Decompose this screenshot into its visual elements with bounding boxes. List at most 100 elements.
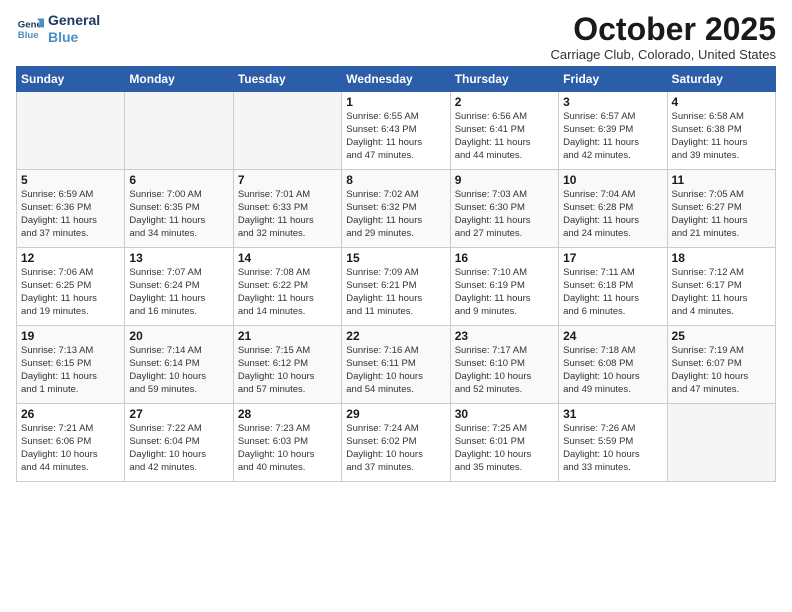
day-number: 25 (672, 329, 771, 343)
day-number: 26 (21, 407, 120, 421)
day-number: 13 (129, 251, 228, 265)
col-monday: Monday (125, 67, 233, 92)
day-info: Sunrise: 7:06 AMSunset: 6:25 PMDaylight:… (21, 267, 120, 318)
calendar-cell (125, 92, 233, 170)
day-info: Sunrise: 6:56 AMSunset: 6:41 PMDaylight:… (455, 111, 554, 162)
day-info: Sunrise: 6:59 AMSunset: 6:36 PMDaylight:… (21, 189, 120, 240)
day-number: 9 (455, 173, 554, 187)
calendar-cell: 6 Sunrise: 7:00 AMSunset: 6:35 PMDaylight… (125, 170, 233, 248)
day-number: 11 (672, 173, 771, 187)
day-number: 15 (346, 251, 445, 265)
logo: General Blue General Blue (16, 12, 100, 46)
calendar-cell: 14 Sunrise: 7:08 AMSunset: 6:22 PMDayligh… (233, 248, 341, 326)
month-title: October 2025 (551, 12, 776, 47)
col-friday: Friday (559, 67, 667, 92)
calendar-cell: 1 Sunrise: 6:55 AMSunset: 6:43 PMDaylight… (342, 92, 450, 170)
day-number: 2 (455, 95, 554, 109)
day-number: 12 (21, 251, 120, 265)
week-row-4: 19 Sunrise: 7:13 AMSunset: 6:15 PMDayligh… (17, 326, 776, 404)
calendar-cell: 22 Sunrise: 7:16 AMSunset: 6:11 PMDayligh… (342, 326, 450, 404)
day-info: Sunrise: 7:16 AMSunset: 6:11 PMDaylight:… (346, 345, 445, 396)
day-info: Sunrise: 7:17 AMSunset: 6:10 PMDaylight:… (455, 345, 554, 396)
calendar-cell: 9 Sunrise: 7:03 AMSunset: 6:30 PMDaylight… (450, 170, 558, 248)
day-number: 16 (455, 251, 554, 265)
day-number: 29 (346, 407, 445, 421)
calendar-cell (667, 404, 775, 482)
calendar-cell: 21 Sunrise: 7:15 AMSunset: 6:12 PMDayligh… (233, 326, 341, 404)
col-wednesday: Wednesday (342, 67, 450, 92)
day-info: Sunrise: 7:21 AMSunset: 6:06 PMDaylight:… (21, 423, 120, 474)
svg-text:Blue: Blue (18, 30, 39, 41)
day-info: Sunrise: 7:04 AMSunset: 6:28 PMDaylight:… (563, 189, 662, 240)
day-info: Sunrise: 7:05 AMSunset: 6:27 PMDaylight:… (672, 189, 771, 240)
calendar-cell: 10 Sunrise: 7:04 AMSunset: 6:28 PMDayligh… (559, 170, 667, 248)
calendar-cell: 12 Sunrise: 7:06 AMSunset: 6:25 PMDayligh… (17, 248, 125, 326)
calendar-cell (233, 92, 341, 170)
day-info: Sunrise: 7:26 AMSunset: 5:59 PMDaylight:… (563, 423, 662, 474)
day-number: 21 (238, 329, 337, 343)
day-info: Sunrise: 7:00 AMSunset: 6:35 PMDaylight:… (129, 189, 228, 240)
day-number: 18 (672, 251, 771, 265)
col-thursday: Thursday (450, 67, 558, 92)
calendar-cell: 3Sunrise: 6:57 AMSunset: 6:39 PMDaylight… (559, 92, 667, 170)
col-sunday: Sunday (17, 67, 125, 92)
calendar-cell: 24Sunrise: 7:18 AMSunset: 6:08 PMDayligh… (559, 326, 667, 404)
calendar-cell: 15 Sunrise: 7:09 AMSunset: 6:21 PMDayligh… (342, 248, 450, 326)
calendar-cell: 23 Sunrise: 7:17 AMSunset: 6:10 PMDayligh… (450, 326, 558, 404)
day-number: 30 (455, 407, 554, 421)
day-number: 28 (238, 407, 337, 421)
day-number: 22 (346, 329, 445, 343)
header-row: Sunday Monday Tuesday Wednesday Thursday… (17, 67, 776, 92)
day-number: 1 (346, 95, 445, 109)
day-info: Sunrise: 7:07 AMSunset: 6:24 PMDaylight:… (129, 267, 228, 318)
logo-line1: General (48, 12, 100, 29)
day-number: 3 (563, 95, 662, 109)
day-number: 10 (563, 173, 662, 187)
calendar-cell: 17Sunrise: 7:11 AMSunset: 6:18 PMDayligh… (559, 248, 667, 326)
day-number: 31 (563, 407, 662, 421)
day-info: Sunrise: 7:03 AMSunset: 6:30 PMDaylight:… (455, 189, 554, 240)
day-info: Sunrise: 7:14 AMSunset: 6:14 PMDaylight:… (129, 345, 228, 396)
calendar-cell: 26 Sunrise: 7:21 AMSunset: 6:06 PMDayligh… (17, 404, 125, 482)
day-info: Sunrise: 7:02 AMSunset: 6:32 PMDaylight:… (346, 189, 445, 240)
week-row-5: 26 Sunrise: 7:21 AMSunset: 6:06 PMDayligh… (17, 404, 776, 482)
week-row-3: 12 Sunrise: 7:06 AMSunset: 6:25 PMDayligh… (17, 248, 776, 326)
calendar-cell: 2 Sunrise: 6:56 AMSunset: 6:41 PMDaylight… (450, 92, 558, 170)
day-number: 17 (563, 251, 662, 265)
calendar-cell: 4Sunrise: 6:58 AMSunset: 6:38 PMDaylight… (667, 92, 775, 170)
day-info: Sunrise: 7:13 AMSunset: 6:15 PMDaylight:… (21, 345, 120, 396)
day-info: Sunrise: 7:09 AMSunset: 6:21 PMDaylight:… (346, 267, 445, 318)
calendar-cell: 25 Sunrise: 7:19 AMSunset: 6:07 PMDayligh… (667, 326, 775, 404)
calendar-cell: 30Sunrise: 7:25 AMSunset: 6:01 PMDayligh… (450, 404, 558, 482)
calendar-cell: 7Sunrise: 7:01 AMSunset: 6:33 PMDaylight… (233, 170, 341, 248)
calendar-cell: 29 Sunrise: 7:24 AMSunset: 6:02 PMDayligh… (342, 404, 450, 482)
logo-text: General Blue (48, 12, 100, 46)
day-info: Sunrise: 7:12 AMSunset: 6:17 PMDaylight:… (672, 267, 771, 318)
day-info: Sunrise: 7:08 AMSunset: 6:22 PMDaylight:… (238, 267, 337, 318)
logo-icon: General Blue (16, 15, 44, 43)
calendar-cell: 28Sunrise: 7:23 AMSunset: 6:03 PMDayligh… (233, 404, 341, 482)
day-number: 8 (346, 173, 445, 187)
calendar-cell: 16 Sunrise: 7:10 AMSunset: 6:19 PMDayligh… (450, 248, 558, 326)
week-row-2: 5Sunrise: 6:59 AMSunset: 6:36 PMDaylight… (17, 170, 776, 248)
calendar-cell (17, 92, 125, 170)
page-container: General Blue General Blue October 2025 C… (0, 0, 792, 490)
title-block: October 2025 Carriage Club, Colorado, Un… (551, 12, 776, 62)
day-number: 14 (238, 251, 337, 265)
day-info: Sunrise: 7:15 AMSunset: 6:12 PMDaylight:… (238, 345, 337, 396)
logo-line2: Blue (48, 29, 78, 45)
day-info: Sunrise: 7:19 AMSunset: 6:07 PMDaylight:… (672, 345, 771, 396)
calendar-cell: 8 Sunrise: 7:02 AMSunset: 6:32 PMDaylight… (342, 170, 450, 248)
week-row-1: 1 Sunrise: 6:55 AMSunset: 6:43 PMDaylight… (17, 92, 776, 170)
day-number: 19 (21, 329, 120, 343)
day-number: 6 (129, 173, 228, 187)
day-info: Sunrise: 6:55 AMSunset: 6:43 PMDaylight:… (346, 111, 445, 162)
col-tuesday: Tuesday (233, 67, 341, 92)
day-number: 24 (563, 329, 662, 343)
day-info: Sunrise: 7:10 AMSunset: 6:19 PMDaylight:… (455, 267, 554, 318)
day-info: Sunrise: 7:01 AMSunset: 6:33 PMDaylight:… (238, 189, 337, 240)
day-info: Sunrise: 7:24 AMSunset: 6:02 PMDaylight:… (346, 423, 445, 474)
day-number: 23 (455, 329, 554, 343)
day-number: 4 (672, 95, 771, 109)
calendar-cell: 5Sunrise: 6:59 AMSunset: 6:36 PMDaylight… (17, 170, 125, 248)
